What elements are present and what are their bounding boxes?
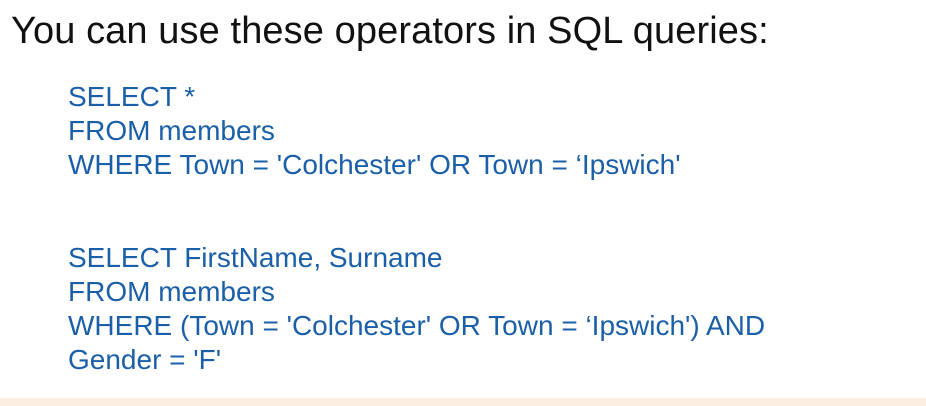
sql-where-line: WHERE Town = 'Colchester' OR Town = ‘Ips… (68, 149, 681, 180)
slide: You can use these operators in SQL queri… (0, 0, 926, 406)
bottom-band (0, 398, 926, 406)
slide-heading: You can use these operators in SQL queri… (11, 10, 769, 52)
sql-from-line: FROM members (68, 115, 275, 146)
sql-from-line: FROM members (68, 276, 275, 307)
sql-where-line: WHERE (Town = 'Colchester' OR Town = ‘Ip… (68, 310, 766, 341)
sql-select-line: SELECT FirstName, Surname (68, 242, 443, 273)
sql-select-line: SELECT * (68, 81, 196, 112)
sql-where-continuation-line: Gender = 'F' (68, 344, 222, 375)
sql-query-example-1: SELECT * FROM members WHERE Town = 'Colc… (68, 80, 681, 182)
sql-query-example-2: SELECT FirstName, Surname FROM members W… (68, 241, 765, 377)
